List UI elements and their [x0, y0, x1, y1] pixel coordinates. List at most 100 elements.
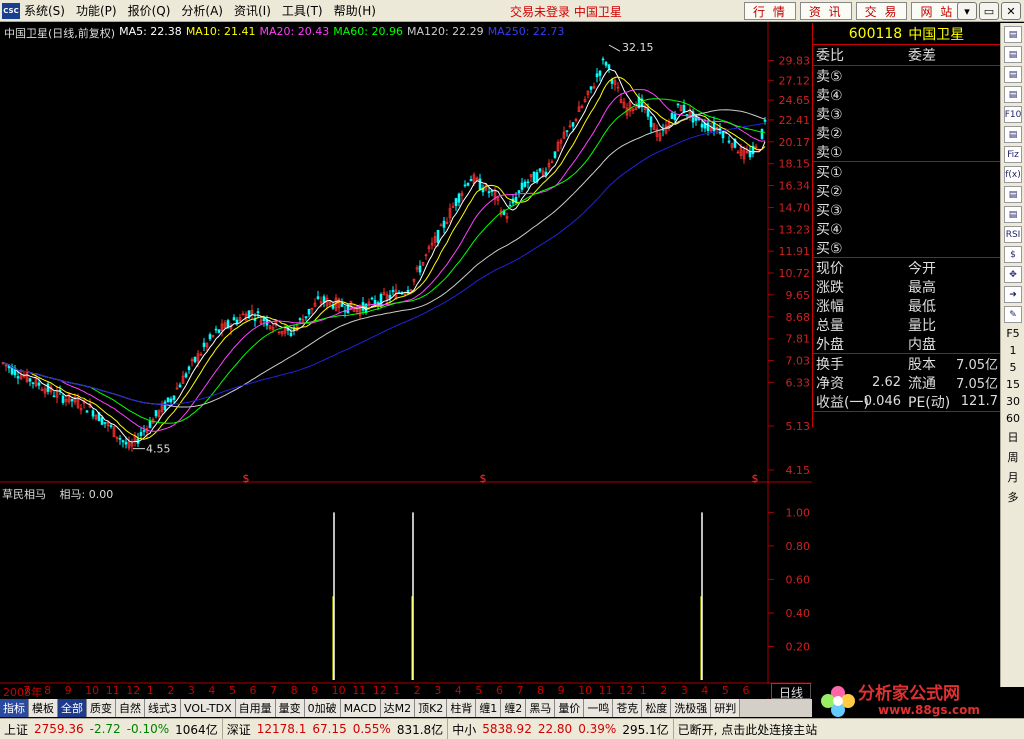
- move-icon[interactable]: ✥: [1004, 266, 1022, 283]
- tab-17[interactable]: 量价: [555, 699, 585, 717]
- buy3-label: 买③: [816, 202, 843, 219]
- tab-13[interactable]: 柱背: [447, 699, 477, 717]
- tab-12[interactable]: 顶K2: [415, 699, 448, 717]
- restore-icon[interactable]: ▭: [979, 2, 999, 20]
- tab-10[interactable]: MACD: [340, 699, 381, 717]
- high-label: 最高: [908, 279, 936, 296]
- tab-14[interactable]: 缠1: [476, 699, 502, 717]
- table-icon[interactable]: ▤: [1004, 26, 1022, 43]
- tab-1[interactable]: 模板: [29, 699, 58, 717]
- tab-8[interactable]: 量变: [275, 699, 305, 717]
- tab-3[interactable]: 质变: [87, 699, 116, 717]
- tab-15[interactable]: 缠2: [501, 699, 527, 717]
- quote-panel: 600118 中国卫星 委比 委差 卖⑤ 卖④ 卖③ 卖② 卖① 买① 买② 买…: [812, 23, 1000, 427]
- date-label: 4: [208, 684, 216, 697]
- rsi-icon[interactable]: RSI: [1004, 226, 1022, 243]
- candle-body: [538, 168, 542, 172]
- date-label: 1: [639, 684, 647, 697]
- sz-index: 12178.1: [256, 722, 307, 736]
- bar-icon[interactable]: ▤: [1004, 86, 1022, 103]
- dollar-icon[interactable]: $: [1004, 246, 1022, 263]
- candle-body: [517, 190, 521, 193]
- minimize-icon[interactable]: ▾: [957, 2, 977, 20]
- date-label: 12: [372, 684, 387, 697]
- date-label: 3: [187, 684, 195, 697]
- tab-11[interactable]: 达M2: [380, 699, 416, 717]
- tab-20[interactable]: 松度: [642, 699, 672, 717]
- tab-18[interactable]: 一鸣: [584, 699, 614, 717]
- fiz-icon[interactable]: Fiz: [1004, 146, 1022, 163]
- candle-body: [103, 422, 107, 424]
- price-tick-label: 27.12: [779, 74, 811, 87]
- candle-body: [589, 86, 593, 90]
- candle-body: [700, 123, 704, 128]
- sell4-row: 卖④: [813, 85, 1000, 104]
- layout-icon[interactable]: ▤: [1004, 206, 1022, 223]
- candle-body: [139, 432, 143, 436]
- period-8[interactable]: 月: [1001, 469, 1024, 485]
- order-ratio-row: 委比 委差: [813, 45, 1000, 65]
- sell2-label: 卖②: [816, 125, 843, 142]
- candle-body: [457, 193, 461, 203]
- f10-icon[interactable]: F10: [1004, 106, 1022, 123]
- sz-change: 67.15: [312, 722, 347, 736]
- candle-body: [298, 318, 302, 320]
- line-chart-icon[interactable]: ▤: [1004, 46, 1022, 63]
- ma20-label: MA20: 20.43: [259, 25, 330, 38]
- candle-body: [208, 334, 212, 340]
- tab-9[interactable]: 0加破: [304, 699, 341, 717]
- period-5[interactable]: 60: [1001, 412, 1024, 425]
- search-icon[interactable]: ▤: [1004, 186, 1022, 203]
- tab-16[interactable]: 黑马: [526, 699, 556, 717]
- period-9[interactable]: 多: [1001, 489, 1024, 505]
- candle-body: [721, 131, 725, 139]
- status-bar: 上证 2759.36 -2.72 -0.10% 1064亿 深证 12178.1…: [0, 718, 1024, 739]
- tab-5[interactable]: 线式3: [145, 699, 181, 717]
- price-tick-label: 9.65: [786, 289, 811, 302]
- stock-name: 中国卫星: [908, 26, 965, 43]
- tab-22[interactable]: 研判: [711, 699, 741, 717]
- period-3[interactable]: 15: [1001, 378, 1024, 391]
- tab-7[interactable]: 自用量: [235, 699, 276, 717]
- price-tick-label: 22.41: [779, 114, 811, 127]
- tab-19[interactable]: 苍克: [613, 699, 643, 717]
- indicator-name[interactable]: 草民相马: [2, 488, 46, 501]
- eps-value: 0.046: [863, 394, 901, 409]
- tab-6[interactable]: VOL-TDX: [181, 699, 236, 717]
- connection-message[interactable]: 已断开, 点击此处连接主站: [674, 719, 822, 739]
- candle-body: [670, 113, 674, 119]
- zx-index-segment[interactable]: 中小 5838.92 22.80 0.39% 295.1亿: [448, 719, 674, 739]
- sz-label: 深证: [226, 722, 251, 737]
- period-4[interactable]: 30: [1001, 395, 1024, 408]
- arrow-icon[interactable]: ➜: [1004, 286, 1022, 303]
- candle-body: [370, 297, 374, 300]
- period-7[interactable]: 周: [1001, 449, 1024, 465]
- sh-index-segment[interactable]: 上证 2759.36 -2.72 -0.10% 1064亿: [0, 719, 223, 739]
- close-icon[interactable]: ✕: [1001, 2, 1021, 20]
- bar-chart-icon[interactable]: ▤: [1004, 126, 1022, 143]
- period-6[interactable]: 日: [1001, 429, 1024, 445]
- period-1[interactable]: 1: [1001, 344, 1024, 357]
- pen-icon[interactable]: ✎: [1004, 306, 1022, 323]
- inner-label: 内盘: [908, 336, 936, 353]
- tab-4[interactable]: 自然: [116, 699, 145, 717]
- kline-chart[interactable]: 29.83 27.12 24.65 22.41 20.17 18.15 16.34 14.70…: [0, 0, 812, 700]
- net-asset-row: 净资 2.62 流通 7.05亿: [813, 373, 1000, 392]
- kline-icon[interactable]: ▤: [1004, 66, 1022, 83]
- sz-percent: 0.55%: [352, 722, 391, 736]
- date-label: 6: [495, 684, 503, 697]
- tab-0[interactable]: 指标: [0, 699, 29, 717]
- period-button[interactable]: 日线: [771, 683, 811, 700]
- sz-index-segment[interactable]: 深证 12178.1 67.15 0.55% 831.8亿: [223, 719, 449, 739]
- date-label: 5: [475, 684, 483, 697]
- tab-21[interactable]: 洗极强: [671, 699, 712, 717]
- tab-2[interactable]: 全部: [58, 699, 87, 717]
- candle-body: [463, 184, 467, 187]
- price-tick-label: 4.15: [786, 464, 811, 477]
- date-label: 3: [680, 684, 688, 697]
- fx-icon[interactable]: f(x): [1004, 166, 1022, 183]
- period-0[interactable]: F5: [1001, 327, 1024, 340]
- right-toolbar: ▤ ▤ ▤ ▤ F10 ▤ Fiz f(x) ▤ ▤ RSI $ ✥ ➜ ✎ F5 1 5 15 30 60 日周月多: [1000, 23, 1024, 687]
- trade-button[interactable]: 交 易: [855, 2, 908, 20]
- period-2[interactable]: 5: [1001, 361, 1024, 374]
